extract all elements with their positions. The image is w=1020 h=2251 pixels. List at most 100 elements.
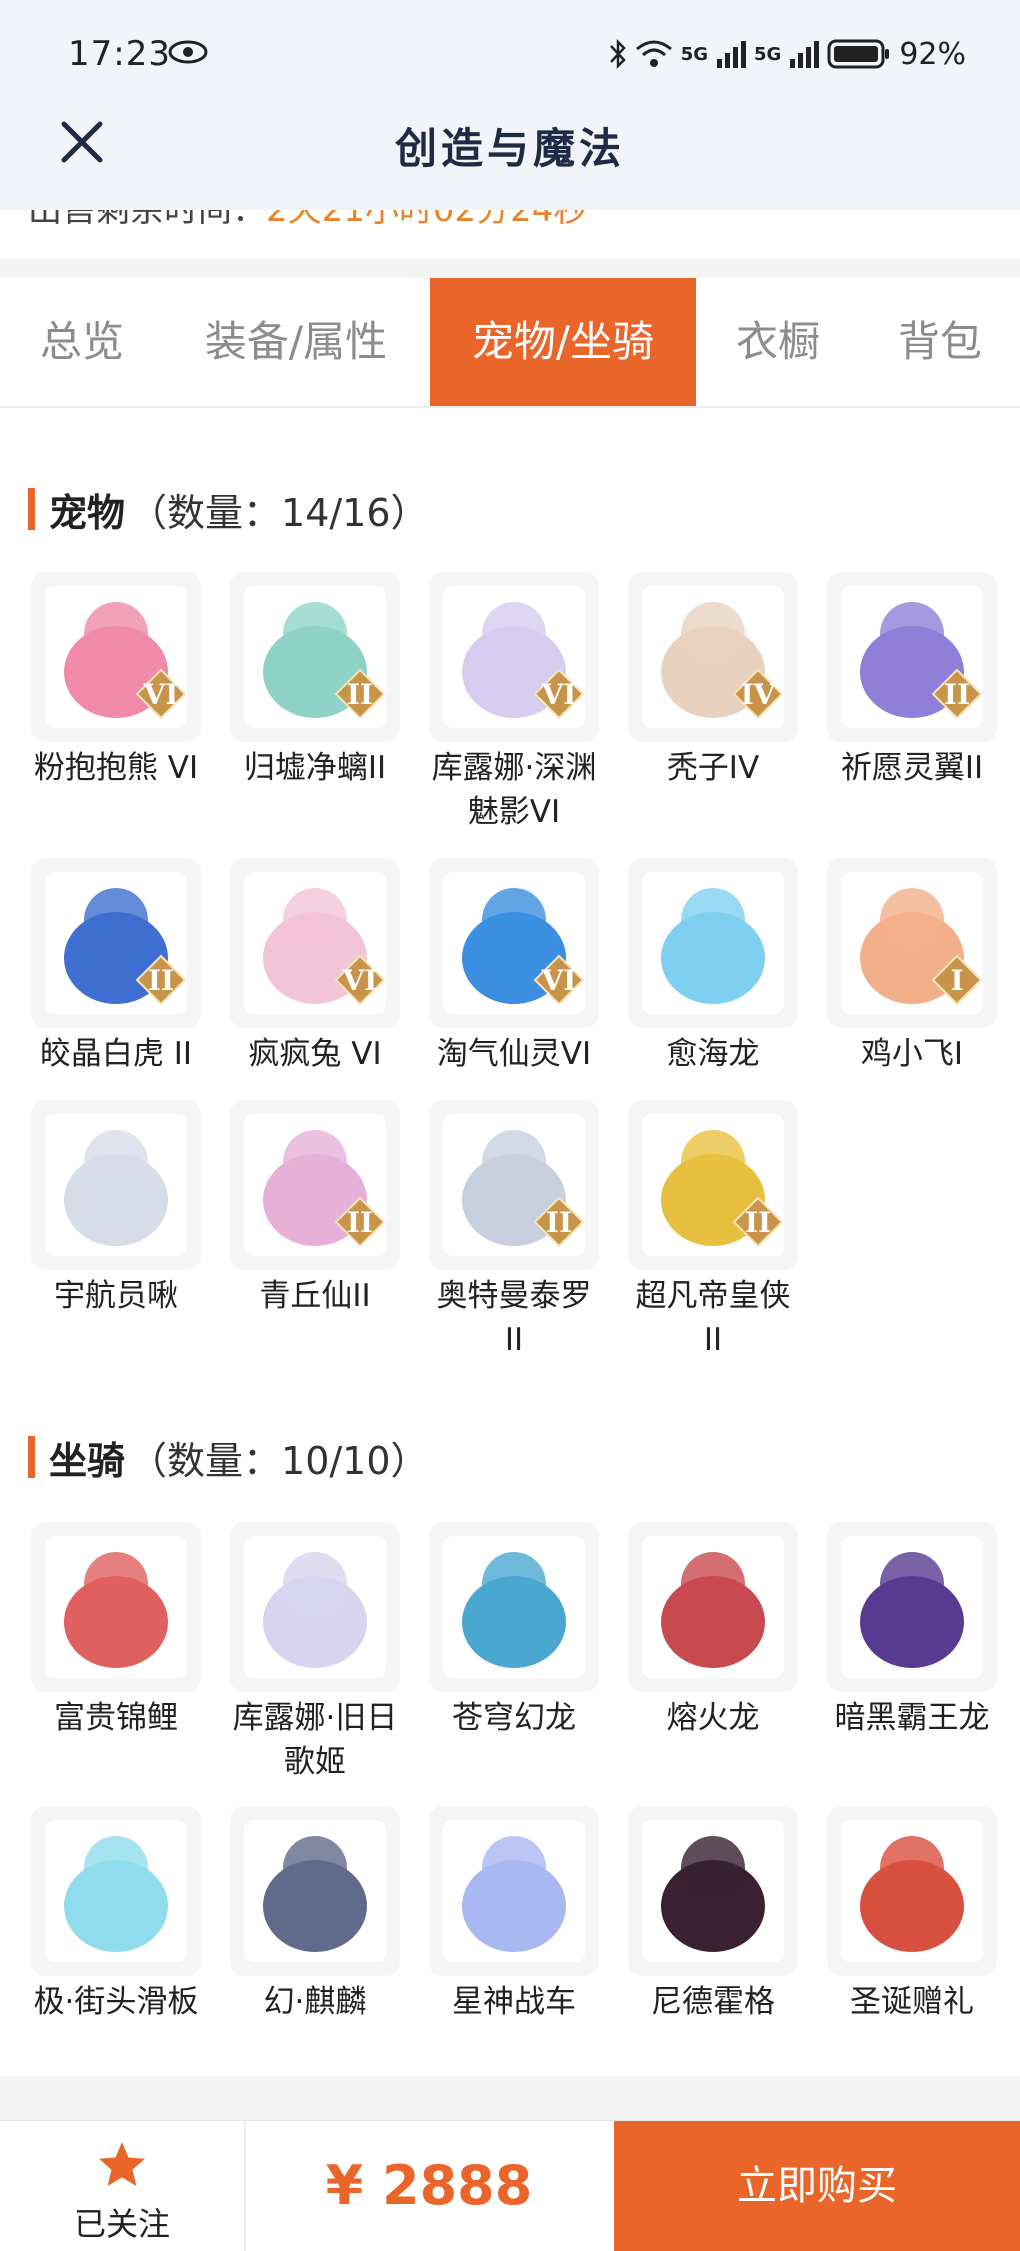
pet-item[interactable]: 宇航员啾	[28, 1100, 204, 1318]
mount-thumbnail	[31, 1806, 201, 1976]
buy-now-button[interactable]: 立即购买	[614, 2121, 1020, 2251]
pet-thumbnail: II	[628, 1100, 798, 1270]
mount-item[interactable]: 极·街头滑板	[28, 1806, 204, 2024]
mount-name: 富贵锦鲤	[54, 1700, 178, 1736]
mounts-count: （数量：10/10）	[129, 1438, 429, 1483]
pet-item[interactable]: IV 秃子IV	[625, 572, 801, 790]
tab-backpack[interactable]: 背包	[860, 278, 1020, 406]
pets-title: 宠物	[49, 490, 126, 535]
pet-name: 祈愿灵翼II	[840, 750, 984, 786]
pet-image	[642, 872, 784, 1014]
pet-name: 超凡帝皇侠II	[635, 1278, 791, 1358]
sale-time-value: 2天21小时02分24秒	[266, 210, 588, 230]
mount-name: 幻·麒麟	[263, 1984, 367, 2020]
mount-thumbnail	[429, 1522, 599, 1692]
mount-name: 星神战车	[452, 1984, 576, 2020]
pet-item[interactable]: I 鸡小飞I	[824, 858, 1000, 1076]
follow-button[interactable]: 已关注	[0, 2121, 246, 2251]
status-icons: 5G 5G 92%	[609, 34, 966, 74]
tab-wardrobe[interactable]: 衣橱	[696, 278, 860, 406]
pet-thumbnail: VI	[429, 858, 599, 1028]
mount-image	[841, 1536, 983, 1678]
pet-name: 归墟净螭II	[243, 750, 387, 786]
pet-item[interactable]: II 祈愿灵翼II	[824, 572, 1000, 790]
pet-name: 库露娜·深渊魅影VI	[431, 750, 597, 830]
mount-image	[244, 1820, 386, 1962]
mount-item[interactable]: 星神战车	[426, 1806, 602, 2024]
rank-badge: II	[533, 1196, 585, 1248]
sale-time-row: 出售剩余时间：2天21小时02分24秒	[0, 210, 1020, 258]
rank-badge: II	[931, 668, 983, 720]
rank-badge: II	[334, 1196, 386, 1248]
tab-pets-mounts[interactable]: 宠物/坐骑	[430, 278, 696, 406]
mount-item[interactable]: 熔火龙	[625, 1522, 801, 1740]
mount-name: 圣诞赠礼	[850, 1984, 974, 2020]
pet-name: 秃子IV	[666, 750, 760, 786]
mount-image	[443, 1820, 585, 1962]
rank-badge: VI	[533, 668, 585, 720]
mount-item[interactable]: 富贵锦鲤	[28, 1522, 204, 1740]
pet-thumbnail: II	[230, 1100, 400, 1270]
pet-name: 皎晶白虎 II	[39, 1036, 193, 1072]
tab-equipment[interactable]: 装备/属性	[164, 278, 428, 406]
pet-thumbnail: VI	[230, 858, 400, 1028]
mount-image	[45, 1820, 187, 1962]
pet-item[interactable]: VI 库露娜·深渊魅影VI	[426, 572, 602, 834]
pet-name: 奥特曼泰罗II	[436, 1278, 592, 1358]
pet-thumbnail: II	[827, 572, 997, 742]
signal-icon	[790, 41, 820, 68]
rank-badge: VI	[135, 668, 187, 720]
pet-item[interactable]: VI 淘气仙灵VI	[426, 858, 602, 1076]
signal-label: 5G	[680, 43, 708, 65]
pet-item[interactable]: II 皎晶白虎 II	[28, 858, 204, 1076]
pet-thumbnail: II	[230, 572, 400, 742]
pet-thumbnail: II	[429, 1100, 599, 1270]
pet-name: 疯疯兔 VI	[248, 1036, 382, 1072]
mount-name: 苍穹幻龙	[452, 1700, 576, 1736]
rank-badge: IV	[732, 668, 784, 720]
mount-name: 尼德霍格	[651, 1984, 775, 2020]
mount-image	[642, 1820, 784, 1962]
mount-item[interactable]: 圣诞赠礼	[824, 1806, 1000, 2024]
pet-item[interactable]: II 归墟净螭II	[227, 572, 403, 790]
mount-thumbnail	[429, 1806, 599, 1976]
rank-badge: II	[732, 1196, 784, 1248]
mount-image	[244, 1536, 386, 1678]
rank-badge: VI	[334, 954, 386, 1006]
mount-thumbnail	[628, 1806, 798, 1976]
pet-item[interactable]: VI 粉抱抱熊 VI	[28, 572, 204, 790]
tab-overview[interactable]: 总览	[0, 278, 164, 406]
mount-name: 熔火龙	[666, 1700, 760, 1736]
rank-badge: VI	[533, 954, 585, 1006]
pet-item[interactable]: VI 疯疯兔 VI	[227, 858, 403, 1076]
mount-image	[841, 1820, 983, 1962]
pet-name: 宇航员啾	[54, 1278, 178, 1314]
mount-item[interactable]: 库露娜·旧日歌姬	[227, 1522, 403, 1784]
rank-badge: II	[135, 954, 187, 1006]
pet-item[interactable]: II 超凡帝皇侠II	[625, 1100, 801, 1362]
mount-item[interactable]: 苍穹幻龙	[426, 1522, 602, 1740]
pet-name: 鸡小飞I	[860, 1036, 964, 1072]
tab-bar: 总览 装备/属性 宠物/坐骑 衣橱 背包	[0, 278, 1020, 408]
pet-thumbnail	[31, 1100, 201, 1270]
battery-percent: 92%	[899, 36, 966, 72]
pet-name: 青丘仙II	[259, 1278, 371, 1314]
price: ¥ 2888	[325, 2154, 533, 2217]
pet-item[interactable]: 愈海龙	[625, 858, 801, 1076]
sale-time-label: 出售剩余时间：	[28, 210, 266, 230]
pet-name: 愈海龙	[666, 1036, 760, 1072]
mount-thumbnail	[230, 1806, 400, 1976]
pet-item[interactable]: II 青丘仙II	[227, 1100, 403, 1318]
mount-item[interactable]: 幻·麒麟	[227, 1806, 403, 2024]
rank-badge: II	[334, 668, 386, 720]
pet-thumbnail: I	[827, 858, 997, 1028]
mount-thumbnail	[827, 1806, 997, 1976]
pet-thumbnail: VI	[31, 572, 201, 742]
mount-item[interactable]: 暗黑霸王龙	[824, 1522, 1000, 1740]
mount-thumbnail	[628, 1522, 798, 1692]
rank-badge: I	[931, 954, 983, 1006]
pet-item[interactable]: II 奥特曼泰罗II	[426, 1100, 602, 1362]
mount-item[interactable]: 尼德霍格	[625, 1806, 801, 2024]
mount-image	[642, 1536, 784, 1678]
status-bar: 17:23 5G 5G 92%	[0, 0, 1020, 110]
